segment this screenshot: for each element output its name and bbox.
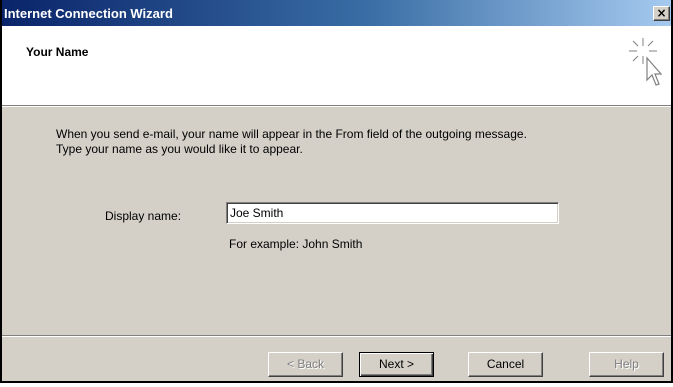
wizard-cursor-sparkle-icon (629, 38, 663, 86)
display-name-label: Display name: (105, 209, 182, 223)
wizard-dialog: Internet Connection Wizard × Your Name W… (0, 0, 673, 383)
instruction-line-2: Type your name as you would like it to a… (56, 142, 303, 156)
wizard-header: Your Name (2, 26, 671, 105)
next-button[interactable]: Next > (359, 352, 434, 377)
footer-divider-highlight (2, 336, 671, 337)
close-icon: × (656, 6, 667, 20)
title-bar[interactable]: Internet Connection Wizard × (2, 0, 671, 26)
window-title: Internet Connection Wizard (4, 6, 173, 21)
instruction-line-1: When you send e-mail, your name will app… (56, 127, 527, 141)
help-button[interactable]: Help (589, 352, 664, 377)
display-name-field[interactable] (226, 202, 559, 224)
page-heading: Your Name (26, 45, 89, 59)
back-button[interactable]: < Back (268, 352, 343, 377)
example-hint: For example: John Smith (229, 237, 363, 251)
instruction-text: When you send e-mail, your name will app… (56, 127, 527, 157)
header-divider-highlight (2, 106, 671, 107)
cancel-button[interactable]: Cancel (468, 352, 543, 377)
close-button[interactable]: × (653, 6, 670, 21)
